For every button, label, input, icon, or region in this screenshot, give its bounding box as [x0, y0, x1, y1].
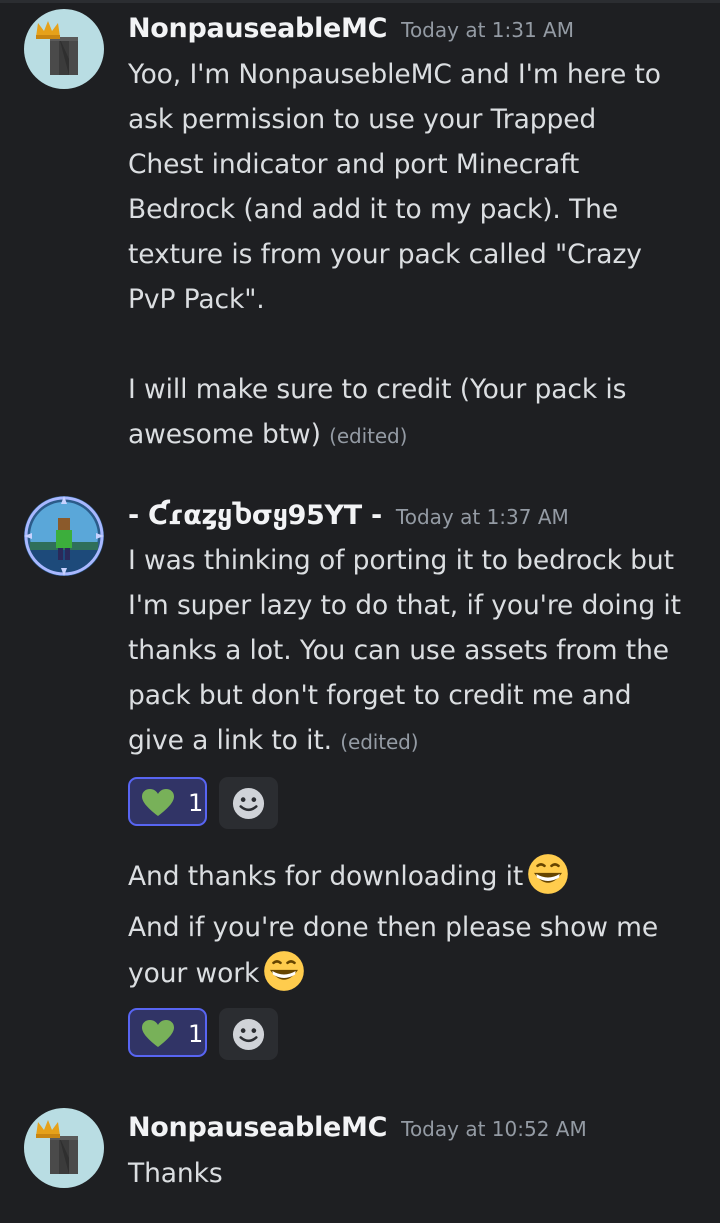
- green-heart-icon: [142, 789, 174, 816]
- chat-message-list: NonpauseableMC Today at 1:31 AM Yoo, I'm …: [0, 0, 720, 1223]
- message-line: And thanks for downloading it: [128, 853, 703, 899]
- message-line: I'm super lazy to do that, if you're doi…: [128, 590, 681, 621]
- message-line: pack but don't forget to credit me and: [128, 680, 632, 711]
- message-line: Yoo, I'm NonpausebleMC and I'm here to: [128, 59, 661, 90]
- divider: [0, 0, 720, 3]
- message-text: And thanks for downloading it: [128, 861, 524, 892]
- edited-label: (edited): [340, 730, 419, 754]
- message-line-last: awesome btw) (edited): [128, 412, 703, 459]
- message-line: Bedrock (and add it to my pack). The: [128, 194, 619, 225]
- message-line: I was thinking of porting it to bedrock …: [128, 545, 674, 576]
- timestamp: Today at 10:52 AM: [401, 1117, 587, 1141]
- message-line: Chest indicator and port Minecraft: [128, 149, 580, 180]
- avatar-image: [24, 9, 104, 89]
- message-content: And thanks for downloading it And if you…: [128, 853, 703, 996]
- reaction-count: 1: [188, 789, 204, 817]
- grinning-face-icon: [528, 854, 569, 894]
- message-line: texture is from your pack called "Crazy: [128, 239, 642, 270]
- add-reaction-button[interactable]: [219, 1008, 278, 1060]
- message-text: awesome btw): [128, 419, 321, 450]
- avatar-image: [24, 496, 104, 576]
- smiley-icon: [232, 1018, 265, 1051]
- message-line: PvP Pack".: [128, 284, 265, 315]
- message-line: your work: [128, 950, 703, 996]
- reaction-count: 1: [188, 1020, 204, 1048]
- edited-label: (edited): [329, 424, 408, 448]
- username[interactable]: NonpauseableMC: [128, 13, 387, 44]
- avatar[interactable]: [24, 9, 104, 89]
- avatar[interactable]: [24, 496, 104, 576]
- message-header: - ƇɾαȥყႦσყ95YT - Today at 1:37 AM: [128, 500, 569, 531]
- timestamp: Today at 1:37 AM: [395, 505, 569, 529]
- username[interactable]: NonpauseableMC: [128, 1112, 387, 1143]
- message-content: Yoo, I'm NonpausebleMC and I'm here to a…: [128, 52, 703, 459]
- reaction-button[interactable]: 1: [128, 1008, 207, 1057]
- message-line: I will make sure to credit (Your pack is: [128, 374, 627, 405]
- reaction-button[interactable]: 1: [128, 777, 207, 826]
- message-text: give a link to it.: [128, 725, 332, 756]
- avatar[interactable]: [24, 1108, 104, 1188]
- green-heart-icon: [142, 1020, 174, 1047]
- message-line: thanks a lot. You can use assets from th…: [128, 635, 669, 666]
- message-header: NonpauseableMC Today at 10:52 AM: [128, 1112, 587, 1143]
- smiley-icon: [232, 787, 265, 820]
- message-content: Thanks: [128, 1151, 703, 1196]
- avatar-image: [24, 1108, 104, 1188]
- message-line: ask permission to use your Trapped: [128, 104, 597, 135]
- message-line: Thanks: [128, 1158, 223, 1189]
- message-text: your work: [128, 958, 260, 989]
- add-reaction-button[interactable]: [219, 777, 278, 829]
- message-header: NonpauseableMC Today at 1:31 AM: [128, 13, 574, 44]
- grinning-face-icon: [264, 951, 305, 991]
- username[interactable]: - ƇɾαȥყႦσყ95YT -: [128, 500, 382, 531]
- message-line-last: give a link to it. (edited): [128, 718, 703, 765]
- timestamp: Today at 1:31 AM: [401, 18, 574, 42]
- message-line: And if you're done then please show me: [128, 912, 659, 943]
- message-content: I was thinking of porting it to bedrock …: [128, 538, 703, 765]
